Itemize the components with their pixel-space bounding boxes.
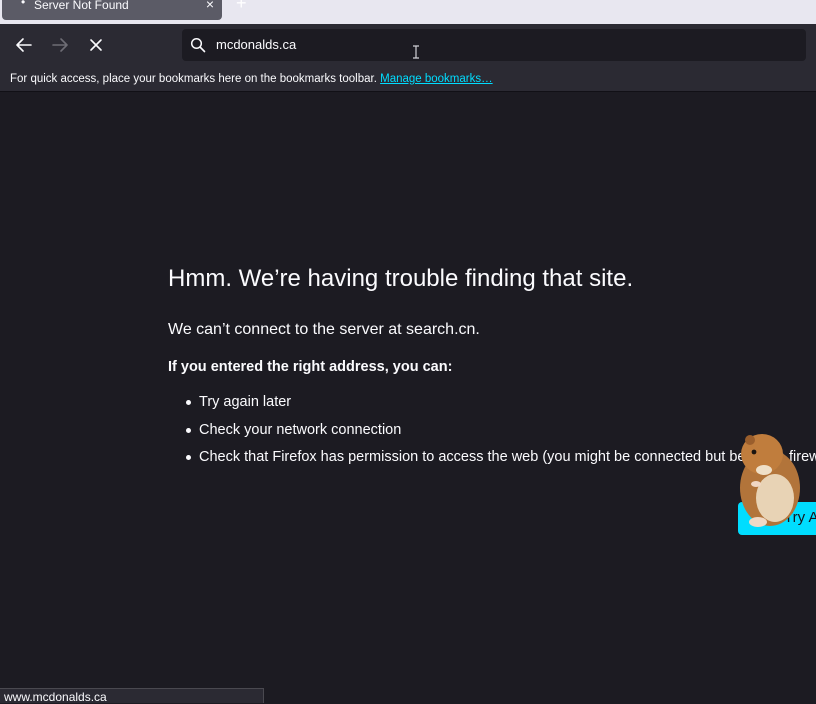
list-item: Check your network connection xyxy=(168,420,816,448)
manage-bookmarks-link[interactable]: Manage bookmarks… xyxy=(380,73,493,85)
arrow-left-icon xyxy=(16,38,32,52)
arrow-right-icon xyxy=(52,38,68,52)
address-bar[interactable]: mcdonalds.ca xyxy=(182,29,806,61)
error-suggestions: Try again later Check your network conne… xyxy=(168,392,816,475)
tab-title: Server Not Found xyxy=(34,0,129,12)
back-button[interactable] xyxy=(12,33,36,57)
error-subtitle: We can’t connect to the server at search… xyxy=(168,321,480,338)
bookmarks-hint: For quick access, place your bookmarks h… xyxy=(10,73,377,85)
text-cursor-icon xyxy=(413,45,419,59)
error-page: Hmm. We’re having trouble finding that s… xyxy=(0,92,816,703)
tab-strip: • Server Not Found × + xyxy=(0,0,816,24)
status-panel: www.mcdonalds.ca xyxy=(0,688,264,704)
error-title: Hmm. We’re having trouble finding that s… xyxy=(168,265,634,292)
hamster-image xyxy=(740,434,800,527)
close-icon xyxy=(90,39,102,51)
stop-button[interactable] xyxy=(84,33,108,57)
navigation-toolbar: mcdonalds.ca xyxy=(0,24,816,67)
list-item: Try again later xyxy=(168,392,816,420)
search-icon xyxy=(190,37,206,53)
url-input[interactable]: mcdonalds.ca xyxy=(216,38,296,52)
error-suggestions-heading: If you entered the right address, you ca… xyxy=(168,359,453,375)
new-tab-icon[interactable]: + xyxy=(236,0,247,12)
tab-loading-icon: • xyxy=(21,0,26,9)
status-url: www.mcdonalds.ca xyxy=(4,690,107,704)
tab-close-icon[interactable]: × xyxy=(206,0,214,11)
list-item: Check that Firefox has permission to acc… xyxy=(168,447,816,475)
tab-server-not-found[interactable]: • Server Not Found × xyxy=(2,0,222,20)
bookmarks-toolbar: For quick access, place your bookmarks h… xyxy=(0,67,816,92)
forward-button[interactable] xyxy=(48,33,72,57)
